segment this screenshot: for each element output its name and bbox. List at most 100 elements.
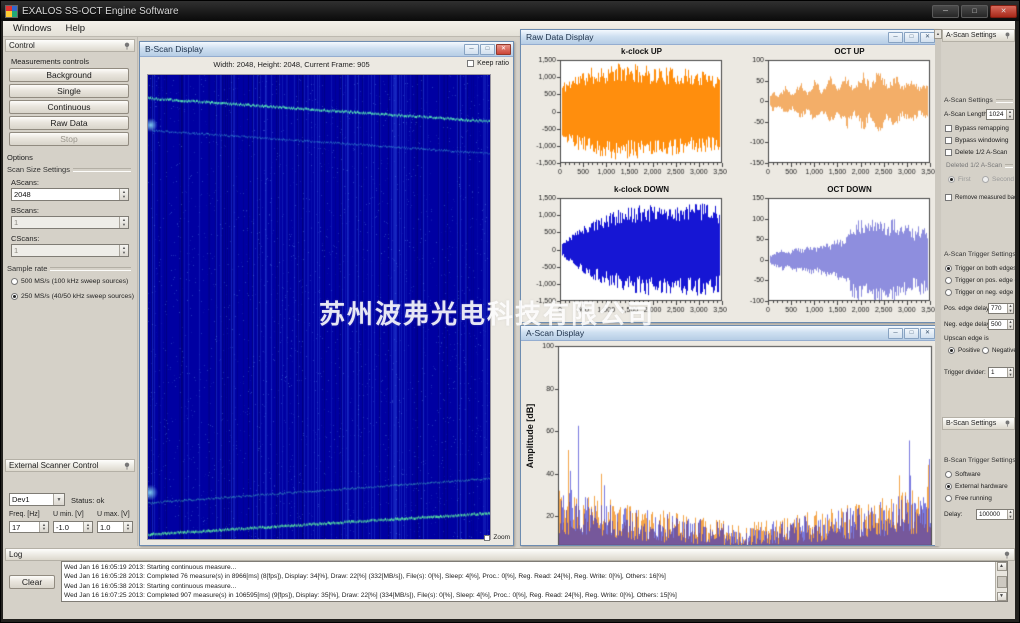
trigger-divider-spinner[interactable]: ▲▼ (1007, 368, 1013, 377)
panel-separator (137, 37, 138, 546)
upscan-positive-radio[interactable]: Positive (948, 347, 980, 354)
clear-log-button[interactable]: Clear (9, 575, 55, 589)
keep-ratio-checkbox[interactable]: Keep ratio (467, 60, 509, 67)
ascan-close-button[interactable]: ✕ (920, 328, 935, 339)
trigger-both-edges-radio[interactable]: Trigger on both edges (945, 265, 1016, 272)
trigger-neg-edge-radio[interactable]: Trigger on neg. edge only (945, 289, 1020, 296)
maximize-button[interactable]: □ (961, 5, 988, 18)
cscans-input[interactable]: 1▲▼ (11, 244, 129, 257)
ascan-chart[interactable] (534, 342, 936, 546)
umax-spinner[interactable]: ▲▼ (123, 522, 132, 532)
background-button[interactable]: Background (9, 68, 129, 82)
single-button[interactable]: Single (9, 84, 129, 98)
bscan-close-button[interactable]: ✕ (496, 44, 511, 55)
pin-icon[interactable] (123, 462, 131, 470)
remove-background-checkbox[interactable]: Remove measured background (945, 194, 1020, 201)
bscan-maximize-button[interactable]: □ (480, 44, 495, 55)
external-scanner-header[interactable]: External Scanner Control (5, 459, 135, 472)
ascan-window: A-Scan Display ─ □ ✕ Amplitude [dB] (520, 325, 938, 546)
bscan-delay-spinner[interactable]: ▲▼ (1007, 510, 1013, 519)
control-panel-header[interactable]: Control (5, 39, 135, 52)
pos-delay-input[interactable]: 770▲▼ (988, 303, 1014, 314)
bscans-input[interactable]: 1▲▼ (11, 216, 129, 229)
oct-down-chart[interactable] (731, 195, 935, 321)
scroll-collapse-icon[interactable]: ▲ (934, 29, 942, 39)
ascan-minimize-button[interactable]: ─ (888, 328, 903, 339)
pin-icon[interactable] (123, 42, 131, 50)
ascan-titlebar[interactable]: A-Scan Display ─ □ ✕ (521, 326, 937, 341)
upscan-negative-radio[interactable]: Negative (982, 347, 1017, 354)
external-scanner-title: External Scanner Control (9, 461, 98, 470)
raw-maximize-button[interactable]: □ (904, 32, 919, 43)
bscan-settings-header[interactable]: B-Scan Settings (942, 417, 1015, 430)
delete-half-ascan-checkbox[interactable]: Delete 1/2 A-Scan (945, 149, 1007, 156)
oct-up-chart[interactable] (731, 57, 935, 183)
log-scrollbar[interactable]: ▲ ▼ (995, 562, 1007, 601)
checkbox-icon (484, 535, 490, 541)
bypass-windowing-checkbox[interactable]: Bypass windowing (945, 137, 1008, 144)
raw-close-button[interactable]: ✕ (920, 32, 935, 43)
menu-help[interactable]: Help (60, 22, 92, 35)
pos-delay-spinner[interactable]: ▲▼ (1007, 304, 1013, 313)
radio-icon (11, 293, 18, 300)
ascans-spinner[interactable]: ▲▼ (119, 189, 128, 200)
pin-icon[interactable] (1004, 32, 1011, 39)
bscan-titlebar[interactable]: B-Scan Display ─ □ ✕ (140, 42, 513, 57)
trigger-pos-edge-radio[interactable]: Trigger on pos. edge only (945, 277, 1020, 284)
bscans-label: BScans: (11, 206, 39, 215)
ascan-settings-header[interactable]: A-Scan Settings (942, 29, 1015, 42)
bscan-zoom-checkbox[interactable]: Zoom (484, 534, 510, 541)
sample-rate-250-radio[interactable]: 250 MS/s (40/50 kHz sweep sources) (11, 293, 134, 300)
kclock-up-chart[interactable] (523, 57, 727, 183)
close-button[interactable]: ✕ (990, 5, 1017, 18)
first-radio[interactable]: First (948, 176, 971, 183)
ascan-title: A-Scan Display (526, 328, 584, 338)
scroll-down-icon[interactable]: ▼ (997, 592, 1007, 601)
pin-icon[interactable] (1004, 420, 1011, 427)
stop-button[interactable]: Stop (9, 132, 129, 146)
free-running-radio[interactable]: Free running (945, 495, 992, 502)
deleted-half-ascan-label: Deleted 1/2 A-Scan (946, 162, 1013, 169)
sample-rate-500-radio[interactable]: 500 MS/s (100 kHz sweep sources) (11, 278, 128, 285)
scroll-thumb[interactable] (997, 576, 1007, 588)
neg-delay-spinner[interactable]: ▲▼ (1007, 320, 1013, 329)
raw-data-button[interactable]: Raw Data (9, 116, 129, 130)
bscan-delay-input[interactable]: 100000▲▼ (976, 509, 1014, 520)
freq-input[interactable]: 17▲▼ (9, 521, 49, 533)
raw-data-titlebar[interactable]: Raw Data Display ─ □ ✕ (521, 30, 937, 45)
ascan-length-label: A-Scan Length: (944, 111, 989, 118)
trigger-divider-input[interactable]: 1▲▼ (988, 367, 1014, 378)
ascan-length-input[interactable]: 1024▲▼ (986, 109, 1014, 120)
settings-scroll-strip[interactable] (935, 29, 941, 546)
radio-icon (982, 347, 989, 354)
cscans-spinner[interactable]: ▲▼ (119, 245, 128, 256)
second-radio[interactable]: Second (982, 176, 1014, 183)
pin-icon[interactable] (1003, 551, 1011, 559)
scroll-up-icon[interactable]: ▲ (997, 562, 1007, 571)
neg-delay-input[interactable]: 500▲▼ (988, 319, 1014, 330)
freq-spinner[interactable]: ▲▼ (39, 522, 48, 532)
umax-input[interactable]: 1.0▲▼ (97, 521, 133, 533)
bscans-spinner[interactable]: ▲▼ (119, 217, 128, 228)
minimize-button[interactable]: ─ (932, 5, 959, 18)
menu-windows[interactable]: Windows (7, 22, 58, 35)
bscan-trigger-group-label: B-Scan Trigger Settings (944, 457, 1013, 464)
bscan-image[interactable] (147, 74, 491, 540)
log-panel-header[interactable]: Log (5, 548, 1015, 561)
ascan-maximize-button[interactable]: □ (904, 328, 919, 339)
external-hardware-radio[interactable]: External hardware (945, 483, 1008, 490)
measurements-label: Measurements controls (11, 57, 89, 66)
bscan-minimize-button[interactable]: ─ (464, 44, 479, 55)
kclock-down-chart[interactable] (523, 195, 727, 321)
radio-icon (948, 176, 955, 183)
device-select[interactable]: Dev1▼ (9, 493, 65, 506)
log-box[interactable]: Wed Jan 16 16:05:19 2013: Starting conti… (61, 561, 1008, 602)
bypass-remapping-checkbox[interactable]: Bypass remapping (945, 125, 1009, 132)
umin-input[interactable]: -1.0▲▼ (53, 521, 93, 533)
ascan-length-spinner[interactable]: ▲▼ (1006, 110, 1013, 119)
umin-spinner[interactable]: ▲▼ (83, 522, 92, 532)
continuous-button[interactable]: Continuous (9, 100, 129, 114)
ascans-input[interactable]: 2048▲▼ (11, 188, 129, 201)
software-trigger-radio[interactable]: Software (945, 471, 981, 478)
raw-minimize-button[interactable]: ─ (888, 32, 903, 43)
